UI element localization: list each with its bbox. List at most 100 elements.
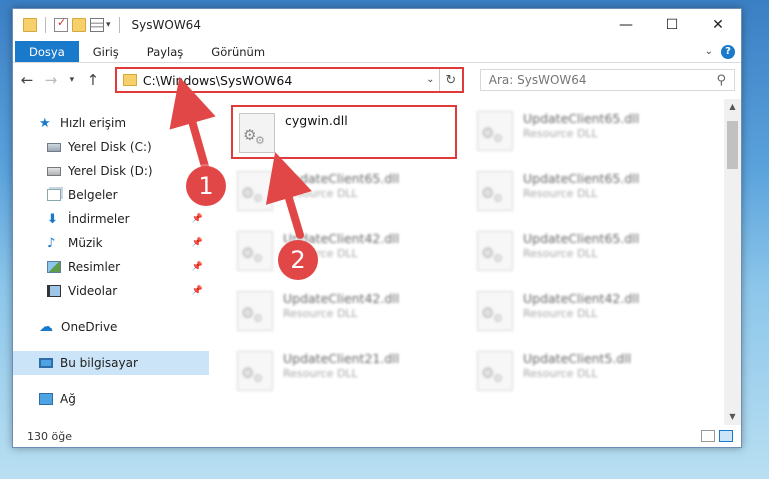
scroll-up-arrow-icon[interactable]: ▲ (724, 99, 741, 115)
file-item[interactable]: UpdateClient5.dll Resource DLL (471, 345, 697, 399)
network-icon (39, 393, 53, 405)
sidebar-item-local-disk-c[interactable]: Yerel Disk (C:) (13, 135, 209, 159)
sidebar-item-music[interactable]: ♪ Müzik 📌 (13, 231, 209, 255)
file-info: UpdateClient42.dll Resource DLL (523, 291, 639, 321)
file-item[interactable]: UpdateClient42.dll Resource DLL (231, 225, 457, 279)
tab-home[interactable]: Giriş (79, 41, 133, 62)
divider (45, 17, 46, 33)
view-toggle (701, 430, 741, 442)
step-1-badge: 1 (186, 166, 226, 206)
explorer-window: ▾ SysWOW64 — ☐ ✕ Dosya Giriş Paylaş Görü… (12, 8, 742, 448)
expand-ribbon-icon[interactable]: ⌄ (705, 46, 713, 57)
up-arrow-icon[interactable]: ↑ (85, 71, 101, 89)
sidebar-item-quick-access[interactable]: ★ Hızlı erişim (13, 111, 209, 135)
sidebar-item-label: OneDrive (61, 320, 118, 334)
window-controls: — ☐ ✕ (603, 9, 741, 41)
file-item-cygwin-dll[interactable]: cygwin.dll (231, 105, 457, 159)
address-dropdown-icon[interactable]: ⌄ (422, 69, 440, 91)
vertical-scrollbar[interactable]: ▲ ▼ (724, 99, 741, 425)
drive-icon (47, 166, 61, 176)
dll-file-icon (477, 231, 513, 271)
tab-share[interactable]: Paylaş (133, 41, 198, 62)
search-icon[interactable]: ⚲ (716, 73, 726, 88)
toolbar-dropdown-icon[interactable]: ▾ (106, 20, 111, 30)
recent-locations-chevron-icon[interactable]: ▾ (67, 75, 77, 85)
scrollbar-thumb[interactable] (727, 121, 738, 169)
file-item[interactable]: UpdateClient65.dll Resource DLL (471, 225, 697, 279)
file-item[interactable]: UpdateClient42.dll Resource DLL (471, 285, 697, 339)
sidebar-item-pictures[interactable]: Resimler 📌 (13, 255, 209, 279)
file-info: UpdateClient65.dll Resource DLL (523, 231, 639, 261)
close-button[interactable]: ✕ (695, 9, 741, 41)
pin-icon[interactable]: 📌 (192, 286, 203, 296)
tab-view[interactable]: Görünüm (197, 41, 279, 62)
sidebar-item-onedrive[interactable]: ☁ OneDrive (13, 315, 209, 339)
divider (118, 17, 120, 33)
tab-file[interactable]: Dosya (15, 41, 79, 62)
file-item[interactable]: UpdateClient65.dll Resource DLL (471, 165, 697, 219)
ribbon-tabs: Dosya Giriş Paylaş Görünüm ⌄ ? (13, 41, 741, 63)
file-info: UpdateClient65.dll Resource DLL (523, 111, 639, 141)
sidebar-item-network[interactable]: Ağ (13, 387, 209, 411)
file-item[interactable]: UpdateClient65.dll Resource DLL (471, 105, 697, 159)
file-item[interactable]: UpdateClient42.dll Resource DLL (231, 285, 457, 339)
title-bar: ▾ SysWOW64 — ☐ ✕ (13, 9, 741, 41)
sidebar-item-local-disk-d[interactable]: Yerel Disk (D:) (13, 159, 209, 183)
sidebar-item-label: Resimler (68, 260, 121, 274)
tiles-view-icon[interactable] (719, 430, 733, 442)
scroll-down-arrow-icon[interactable]: ▼ (724, 409, 741, 425)
file-type: Resource DLL (283, 187, 358, 200)
search-box[interactable]: ⚲ (479, 69, 736, 91)
details-view-icon[interactable] (701, 430, 715, 442)
new-folder-icon[interactable] (72, 18, 86, 32)
dll-file-icon (237, 351, 273, 391)
sidebar-item-downloads[interactable]: ⬇ İndirmeler 📌 (13, 207, 209, 231)
address-path[interactable]: C:\Windows\SysWOW64 (143, 73, 422, 88)
sidebar-item-label: Müzik (68, 236, 103, 250)
sidebar-item-label: Ağ (60, 392, 76, 406)
back-arrow-icon[interactable]: ← (19, 71, 35, 89)
file-type: Resource DLL (283, 307, 358, 320)
computer-icon (39, 358, 53, 368)
star-icon: ★ (39, 115, 51, 131)
file-item[interactable]: UpdateClient21.dll Resource DLL (231, 345, 457, 399)
file-type: Resource DLL (523, 247, 598, 260)
forward-arrow-icon[interactable]: → (43, 71, 59, 89)
status-bar: 130 öğe (13, 425, 741, 447)
step-2-badge: 2 (278, 240, 318, 280)
video-icon (47, 285, 61, 297)
sidebar-item-label: İndirmeler (68, 212, 130, 226)
help-icon[interactable]: ? (721, 44, 735, 59)
folder-icon (23, 18, 37, 32)
file-name: cygwin.dll (285, 113, 348, 128)
refresh-icon[interactable]: ↻ (440, 73, 462, 88)
pin-icon[interactable]: 📌 (192, 214, 203, 224)
pin-icon[interactable]: 📌 (192, 262, 203, 272)
sidebar-item-label: Yerel Disk (C:) (68, 140, 152, 154)
file-item[interactable]: UpdateClient65.dll Resource DLL (231, 165, 457, 219)
file-type: Resource DLL (523, 307, 598, 320)
dll-file-icon (477, 111, 513, 151)
file-info: UpdateClient65.dll Resource DLL (283, 171, 399, 201)
dll-file-icon (237, 291, 273, 331)
sidebar-item-videos[interactable]: Videolar 📌 (13, 279, 209, 303)
minimize-button[interactable]: — (603, 9, 649, 41)
sidebar-item-documents[interactable]: Belgeler (13, 183, 209, 207)
sidebar-item-label: Belgeler (68, 188, 118, 202)
sidebar-item-this-pc[interactable]: Bu bilgisayar (13, 351, 209, 375)
maximize-button[interactable]: ☐ (649, 9, 695, 41)
dll-file-icon (237, 171, 273, 211)
search-input[interactable] (488, 73, 689, 87)
properties-check-icon[interactable] (54, 16, 68, 32)
pin-icon[interactable]: 📌 (192, 238, 203, 248)
file-name: UpdateClient42.dll (283, 291, 400, 306)
cloud-icon: ☁ (39, 319, 53, 335)
music-icon: ♪ (47, 235, 56, 251)
drive-icon (47, 142, 61, 152)
file-name: UpdateClient65.dll (283, 171, 400, 186)
customize-toolbar-icon[interactable] (90, 18, 104, 32)
address-bar[interactable]: C:\Windows\SysWOW64 ⌄ ↻ (114, 67, 464, 93)
